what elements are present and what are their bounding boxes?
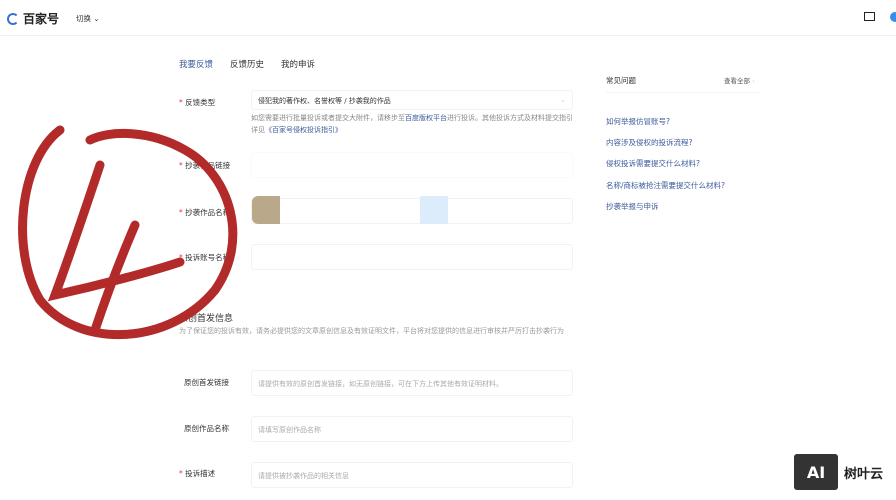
hand-drawn-annotation-4 bbox=[18, 125, 238, 339]
watermark: AI 树叶云 bbox=[794, 454, 883, 490]
watermark-logo: AI bbox=[794, 454, 838, 490]
watermark-text: 树叶云 bbox=[844, 466, 884, 482]
